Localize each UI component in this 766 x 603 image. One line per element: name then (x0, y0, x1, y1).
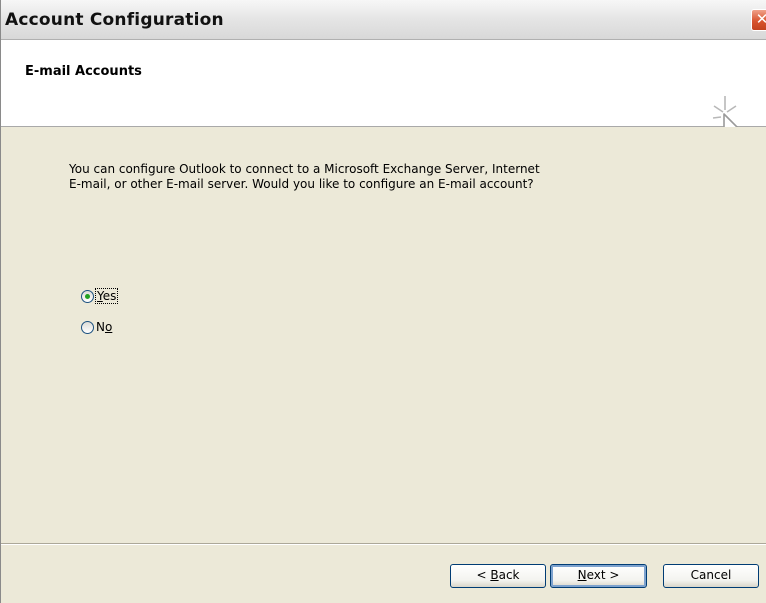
radio-no-label[interactable]: No (96, 320, 112, 334)
description-line-1: You can configure Outlook to connect to … (69, 162, 540, 176)
radio-yes-label[interactable]: Yes (94, 288, 119, 304)
wizard-header: E-mail Accounts (1, 40, 766, 155)
footer-separator (1, 543, 766, 545)
description-text: You can configure Outlook to connect to … (69, 162, 689, 192)
radio-no-button[interactable] (81, 320, 94, 334)
wizard-body: You can configure Outlook to connect to … (1, 127, 766, 543)
radio-yes[interactable]: Yes (81, 287, 119, 305)
radio-no[interactable]: No (81, 318, 112, 336)
radio-yes-button[interactable] (81, 289, 94, 303)
cancel-button[interactable]: Cancel (663, 564, 759, 588)
access-key-o: o (104, 320, 113, 334)
title-bar[interactable]: Account Configuration ✕ (1, 0, 766, 40)
next-button[interactable]: Next > (550, 564, 647, 588)
back-button[interactable]: < Back (450, 564, 546, 588)
account-configuration-dialog: Account Configuration ✕ E-mail Accounts … (0, 0, 766, 603)
close-icon: ✕ (755, 10, 766, 28)
window-title: Account Configuration (5, 10, 224, 30)
description-line-2: E-mail, or other E-mail server. Would yo… (69, 177, 534, 191)
page-title: E-mail Accounts (25, 64, 142, 79)
close-button[interactable]: ✕ (751, 9, 766, 31)
